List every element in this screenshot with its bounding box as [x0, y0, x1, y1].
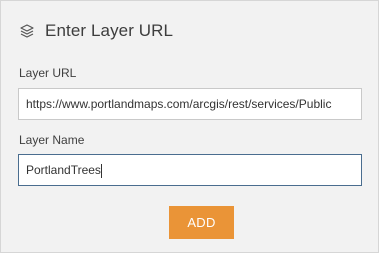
layer-name-input[interactable]: PortlandTrees — [18, 154, 362, 186]
layer-url-value: https://www.portlandmaps.com/arcgis/rest… — [26, 97, 332, 111]
layer-name-label: Layer Name — [19, 133, 85, 147]
layer-name-value: PortlandTrees — [26, 163, 101, 177]
panel-header: Enter Layer URL — [19, 19, 173, 43]
layers-icon — [19, 23, 35, 39]
text-caret — [100, 163, 102, 178]
enter-layer-url-panel: Enter Layer URL Layer URL https://www.po… — [0, 0, 379, 253]
layer-url-label: Layer URL — [19, 66, 77, 80]
add-button[interactable]: ADD — [169, 206, 234, 239]
panel-title: Enter Layer URL — [45, 21, 174, 40]
layer-url-input[interactable]: https://www.portlandmaps.com/arcgis/rest… — [18, 88, 362, 120]
